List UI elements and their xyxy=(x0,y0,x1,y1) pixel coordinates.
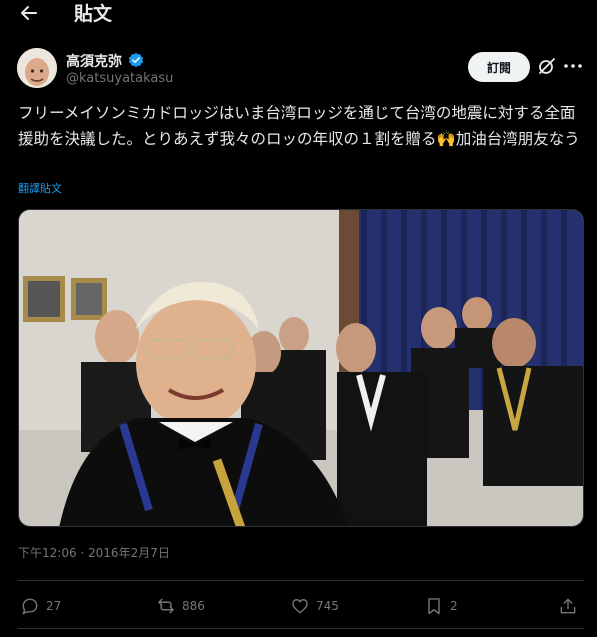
arrow-left-icon xyxy=(21,6,37,20)
group-selfie-photo xyxy=(19,210,583,526)
bookmark-count: 2 xyxy=(450,599,458,613)
translate-post-link[interactable]: 翻譯貼文 xyxy=(18,180,62,196)
page-title: 貼文 xyxy=(74,3,113,25)
subscribe-button[interactable]: 訂閱 xyxy=(468,52,530,82)
share-button[interactable] xyxy=(558,592,578,620)
more-options-button[interactable] xyxy=(562,56,584,76)
reply-button[interactable]: 27 xyxy=(20,592,61,620)
reply-count: 27 xyxy=(46,599,62,613)
back-button[interactable] xyxy=(16,2,42,24)
divider xyxy=(18,628,584,629)
repost-button[interactable]: 886 xyxy=(156,592,205,620)
avatar-image xyxy=(17,48,57,88)
tweet-actions: 27 886 745 2 xyxy=(0,592,597,622)
heart-icon xyxy=(292,599,308,614)
reply-icon xyxy=(22,598,38,615)
bookmark-button[interactable]: 2 xyxy=(424,592,458,620)
repost-count: 886 xyxy=(182,599,205,613)
tweet-timestamp[interactable]: 下午12:06 · 2016年2月7日 xyxy=(18,544,170,561)
avatar[interactable] xyxy=(17,48,57,88)
repost-icon xyxy=(158,598,174,614)
top-bar: 貼文 xyxy=(0,0,597,30)
tweet-text: フリーメイソンミカドロッジはいま台湾ロッジを通じて台湾の地震に対する全面援助を決… xyxy=(18,104,580,148)
share-icon xyxy=(560,598,576,614)
grok-button[interactable] xyxy=(537,56,557,76)
tweet-photo[interactable] xyxy=(18,209,584,527)
verified-badge-icon xyxy=(128,52,144,68)
like-count: 745 xyxy=(316,599,339,613)
author-handle[interactable]: @katsuyatakasu xyxy=(66,71,173,86)
grok-icon xyxy=(539,58,555,74)
bookmark-icon xyxy=(428,598,440,615)
author-name[interactable]: 高須克弥 xyxy=(66,51,122,71)
divider xyxy=(18,580,584,581)
like-button[interactable]: 745 xyxy=(290,592,339,620)
more-horizontal-icon xyxy=(564,64,582,68)
